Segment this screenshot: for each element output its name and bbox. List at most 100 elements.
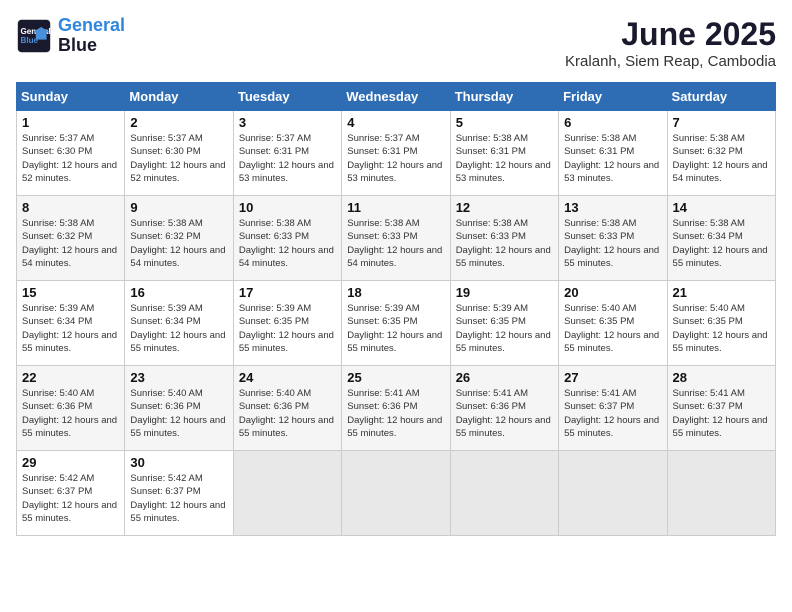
day-info: Sunrise: 5:37 AM Sunset: 6:30 PM Dayligh… [22, 132, 119, 185]
table-row: 14 Sunrise: 5:38 AM Sunset: 6:34 PM Dayl… [667, 196, 775, 281]
day-info: Sunrise: 5:42 AM Sunset: 6:37 PM Dayligh… [130, 472, 227, 525]
day-info: Sunrise: 5:39 AM Sunset: 6:35 PM Dayligh… [239, 302, 336, 355]
day-number: 21 [673, 285, 770, 300]
header-saturday: Saturday [667, 83, 775, 111]
table-row: 5 Sunrise: 5:38 AM Sunset: 6:31 PM Dayli… [450, 111, 558, 196]
day-info: Sunrise: 5:38 AM Sunset: 6:33 PM Dayligh… [564, 217, 661, 270]
table-row: 18 Sunrise: 5:39 AM Sunset: 6:35 PM Dayl… [342, 281, 450, 366]
calendar-week-1: 1 Sunrise: 5:37 AM Sunset: 6:30 PM Dayli… [17, 111, 776, 196]
table-row: 24 Sunrise: 5:40 AM Sunset: 6:36 PM Dayl… [233, 366, 341, 451]
page-header: General Blue GeneralBlue June 2025 Krala… [16, 16, 776, 70]
table-row: 29 Sunrise: 5:42 AM Sunset: 6:37 PM Dayl… [17, 451, 125, 536]
table-row: 9 Sunrise: 5:38 AM Sunset: 6:32 PM Dayli… [125, 196, 233, 281]
day-info: Sunrise: 5:41 AM Sunset: 6:37 PM Dayligh… [564, 387, 661, 440]
calendar-week-3: 15 Sunrise: 5:39 AM Sunset: 6:34 PM Dayl… [17, 281, 776, 366]
day-info: Sunrise: 5:38 AM Sunset: 6:32 PM Dayligh… [673, 132, 770, 185]
table-row: 21 Sunrise: 5:40 AM Sunset: 6:35 PM Dayl… [667, 281, 775, 366]
logo-text: GeneralBlue [58, 16, 125, 56]
day-info: Sunrise: 5:37 AM Sunset: 6:31 PM Dayligh… [239, 132, 336, 185]
day-number: 3 [239, 115, 336, 130]
day-info: Sunrise: 5:40 AM Sunset: 6:36 PM Dayligh… [22, 387, 119, 440]
table-row: 16 Sunrise: 5:39 AM Sunset: 6:34 PM Dayl… [125, 281, 233, 366]
day-info: Sunrise: 5:39 AM Sunset: 6:35 PM Dayligh… [347, 302, 444, 355]
table-row: 26 Sunrise: 5:41 AM Sunset: 6:36 PM Dayl… [450, 366, 558, 451]
day-number: 14 [673, 200, 770, 215]
calendar-week-5: 29 Sunrise: 5:42 AM Sunset: 6:37 PM Dayl… [17, 451, 776, 536]
day-number: 10 [239, 200, 336, 215]
day-number: 2 [130, 115, 227, 130]
day-number: 17 [239, 285, 336, 300]
day-number: 7 [673, 115, 770, 130]
table-row: 19 Sunrise: 5:39 AM Sunset: 6:35 PM Dayl… [450, 281, 558, 366]
header-friday: Friday [559, 83, 667, 111]
day-info: Sunrise: 5:41 AM Sunset: 6:36 PM Dayligh… [456, 387, 553, 440]
table-row: 7 Sunrise: 5:38 AM Sunset: 6:32 PM Dayli… [667, 111, 775, 196]
day-info: Sunrise: 5:38 AM Sunset: 6:33 PM Dayligh… [239, 217, 336, 270]
calendar-week-2: 8 Sunrise: 5:38 AM Sunset: 6:32 PM Dayli… [17, 196, 776, 281]
day-number: 5 [456, 115, 553, 130]
day-number: 8 [22, 200, 119, 215]
day-number: 1 [22, 115, 119, 130]
day-info: Sunrise: 5:38 AM Sunset: 6:31 PM Dayligh… [456, 132, 553, 185]
calendar-week-4: 22 Sunrise: 5:40 AM Sunset: 6:36 PM Dayl… [17, 366, 776, 451]
day-info: Sunrise: 5:38 AM Sunset: 6:34 PM Dayligh… [673, 217, 770, 270]
day-info: Sunrise: 5:40 AM Sunset: 6:35 PM Dayligh… [673, 302, 770, 355]
day-info: Sunrise: 5:40 AM Sunset: 6:36 PM Dayligh… [239, 387, 336, 440]
table-row: 2 Sunrise: 5:37 AM Sunset: 6:30 PM Dayli… [125, 111, 233, 196]
title-block: June 2025 Kralanh, Siem Reap, Cambodia [565, 16, 776, 70]
table-row: 1 Sunrise: 5:37 AM Sunset: 6:30 PM Dayli… [17, 111, 125, 196]
table-row: 17 Sunrise: 5:39 AM Sunset: 6:35 PM Dayl… [233, 281, 341, 366]
day-info: Sunrise: 5:39 AM Sunset: 6:35 PM Dayligh… [456, 302, 553, 355]
day-info: Sunrise: 5:41 AM Sunset: 6:37 PM Dayligh… [673, 387, 770, 440]
table-row: 28 Sunrise: 5:41 AM Sunset: 6:37 PM Dayl… [667, 366, 775, 451]
logo: General Blue GeneralBlue [16, 16, 125, 56]
table-row: 4 Sunrise: 5:37 AM Sunset: 6:31 PM Dayli… [342, 111, 450, 196]
calendar-title: June 2025 [565, 16, 776, 53]
header-wednesday: Wednesday [342, 83, 450, 111]
day-number: 20 [564, 285, 661, 300]
day-info: Sunrise: 5:40 AM Sunset: 6:35 PM Dayligh… [564, 302, 661, 355]
day-number: 19 [456, 285, 553, 300]
day-info: Sunrise: 5:37 AM Sunset: 6:30 PM Dayligh… [130, 132, 227, 185]
day-info: Sunrise: 5:38 AM Sunset: 6:32 PM Dayligh… [22, 217, 119, 270]
header-tuesday: Tuesday [233, 83, 341, 111]
day-number: 26 [456, 370, 553, 385]
day-number: 23 [130, 370, 227, 385]
table-row: 12 Sunrise: 5:38 AM Sunset: 6:33 PM Dayl… [450, 196, 558, 281]
day-info: Sunrise: 5:38 AM Sunset: 6:31 PM Dayligh… [564, 132, 661, 185]
day-info: Sunrise: 5:39 AM Sunset: 6:34 PM Dayligh… [22, 302, 119, 355]
day-info: Sunrise: 5:37 AM Sunset: 6:31 PM Dayligh… [347, 132, 444, 185]
day-info: Sunrise: 5:38 AM Sunset: 6:33 PM Dayligh… [347, 217, 444, 270]
table-row: 30 Sunrise: 5:42 AM Sunset: 6:37 PM Dayl… [125, 451, 233, 536]
table-row: 23 Sunrise: 5:40 AM Sunset: 6:36 PM Dayl… [125, 366, 233, 451]
calendar-subtitle: Kralanh, Siem Reap, Cambodia [565, 53, 776, 70]
day-number: 27 [564, 370, 661, 385]
table-row: 27 Sunrise: 5:41 AM Sunset: 6:37 PM Dayl… [559, 366, 667, 451]
day-number: 11 [347, 200, 444, 215]
table-row: 8 Sunrise: 5:38 AM Sunset: 6:32 PM Dayli… [17, 196, 125, 281]
table-row [450, 451, 558, 536]
header-sunday: Sunday [17, 83, 125, 111]
table-row: 10 Sunrise: 5:38 AM Sunset: 6:33 PM Dayl… [233, 196, 341, 281]
table-row: 11 Sunrise: 5:38 AM Sunset: 6:33 PM Dayl… [342, 196, 450, 281]
logo-icon: General Blue [16, 18, 52, 54]
table-row: 6 Sunrise: 5:38 AM Sunset: 6:31 PM Dayli… [559, 111, 667, 196]
table-row [233, 451, 341, 536]
calendar-table: Sunday Monday Tuesday Wednesday Thursday… [16, 82, 776, 536]
day-number: 15 [22, 285, 119, 300]
day-number: 9 [130, 200, 227, 215]
day-number: 12 [456, 200, 553, 215]
day-info: Sunrise: 5:40 AM Sunset: 6:36 PM Dayligh… [130, 387, 227, 440]
day-info: Sunrise: 5:38 AM Sunset: 6:32 PM Dayligh… [130, 217, 227, 270]
table-row [559, 451, 667, 536]
day-number: 28 [673, 370, 770, 385]
day-number: 22 [22, 370, 119, 385]
table-row: 25 Sunrise: 5:41 AM Sunset: 6:36 PM Dayl… [342, 366, 450, 451]
table-row: 13 Sunrise: 5:38 AM Sunset: 6:33 PM Dayl… [559, 196, 667, 281]
day-info: Sunrise: 5:38 AM Sunset: 6:33 PM Dayligh… [456, 217, 553, 270]
day-number: 25 [347, 370, 444, 385]
table-row [667, 451, 775, 536]
table-row: 20 Sunrise: 5:40 AM Sunset: 6:35 PM Dayl… [559, 281, 667, 366]
day-number: 24 [239, 370, 336, 385]
table-row: 15 Sunrise: 5:39 AM Sunset: 6:34 PM Dayl… [17, 281, 125, 366]
